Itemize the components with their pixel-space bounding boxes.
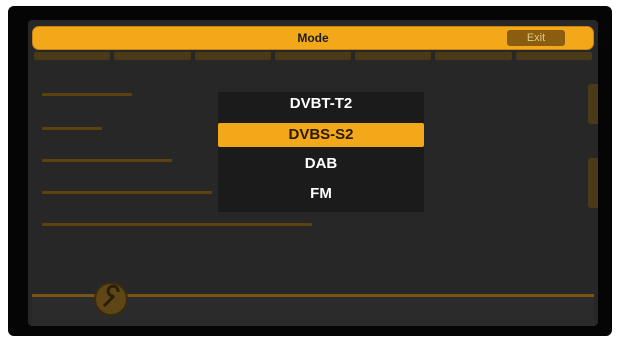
meter-label-placeholder — [42, 176, 212, 187]
tab-7[interactable] — [515, 52, 592, 60]
exit-button[interactable]: Exit — [507, 30, 565, 46]
meter-bar — [42, 159, 172, 162]
meter-row — [42, 112, 102, 130]
meter-row — [42, 78, 132, 96]
side-scroll-upper[interactable] — [588, 84, 598, 124]
meter-row — [42, 144, 172, 162]
meter-label-placeholder — [42, 144, 172, 155]
meter-row — [42, 176, 212, 194]
device-frame: Mode Exit DVBT-T2 DVBS-S2 DAB FM — [8, 6, 612, 336]
tab-5[interactable] — [355, 52, 432, 60]
tab-4[interactable] — [274, 52, 352, 60]
tab-6[interactable] — [435, 52, 512, 60]
meter-bar — [42, 127, 102, 130]
side-scroll-lower[interactable] — [588, 158, 598, 208]
mode-option-dvbs-s2[interactable]: DVBS-S2 — [218, 123, 424, 147]
meter-bar — [42, 191, 212, 194]
mode-option-dvbt-t2[interactable]: DVBT-T2 — [218, 92, 424, 116]
tab-3[interactable] — [194, 52, 271, 60]
tab-strip — [34, 52, 592, 60]
title-bar: Mode Exit — [32, 26, 594, 50]
mode-option-fm[interactable]: FM — [218, 182, 424, 206]
tab-1[interactable] — [34, 52, 111, 60]
meter-label-placeholder — [42, 78, 132, 89]
meter-label-placeholder — [42, 112, 102, 123]
tab-2[interactable] — [114, 52, 191, 60]
meter-bar — [42, 93, 132, 96]
mode-option-dab[interactable]: DAB — [218, 152, 424, 176]
meter-bar — [42, 223, 312, 226]
device-screen: Mode Exit DVBT-T2 DVBS-S2 DAB FM — [28, 20, 598, 326]
mode-menu: DVBT-T2 DVBS-S2 DAB FM — [218, 92, 424, 212]
wrench-icon[interactable] — [94, 282, 128, 316]
